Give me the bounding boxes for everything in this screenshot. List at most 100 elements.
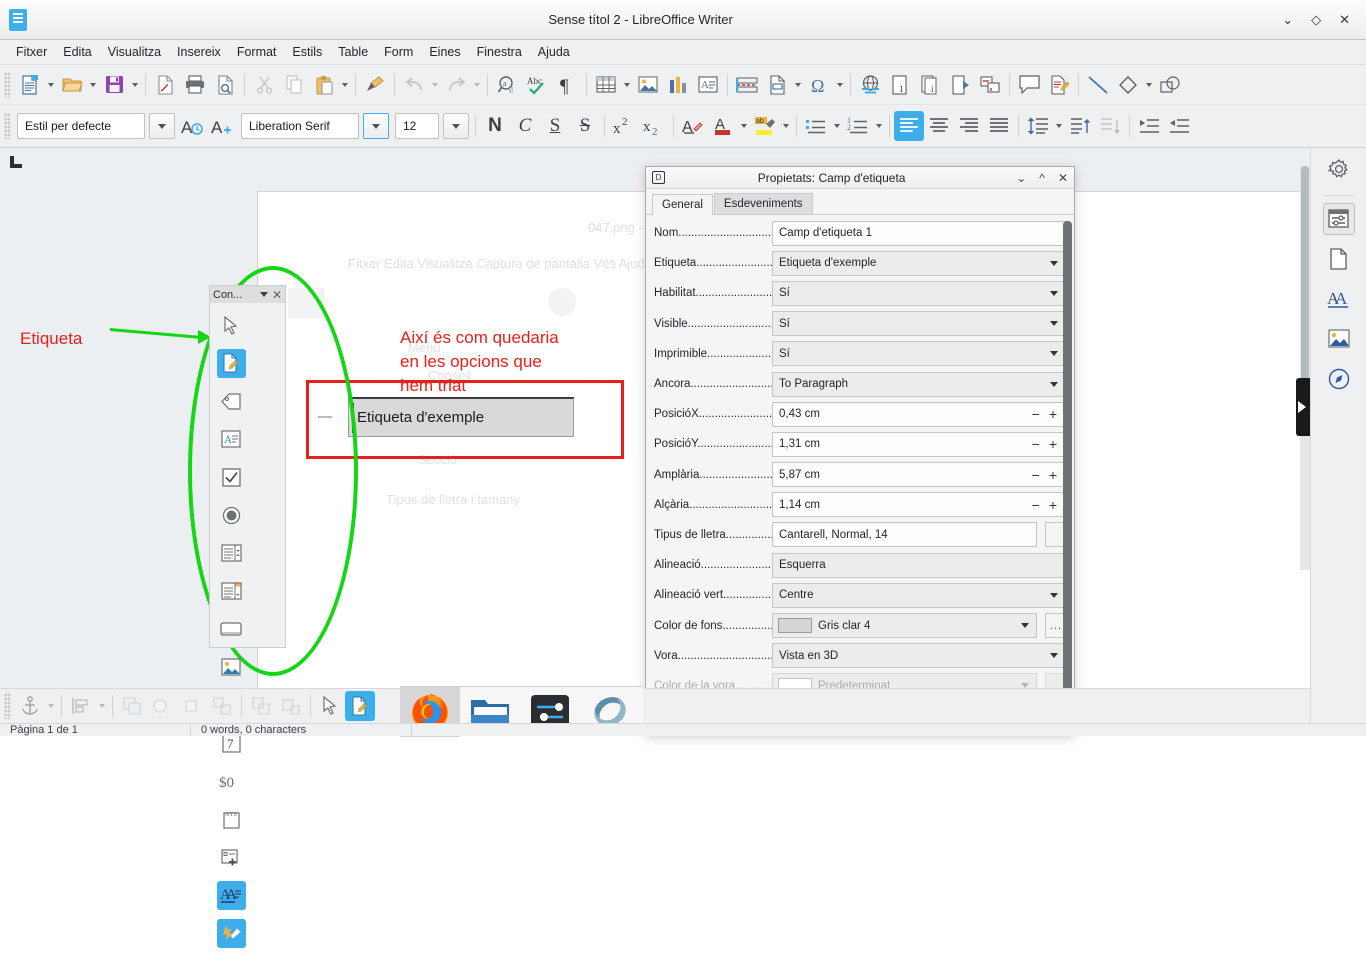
sidebar-page-icon[interactable] [1323,243,1355,275]
dialog-maximize-button[interactable]: ^ [1039,171,1045,185]
sidebar-styles-icon[interactable]: AA [1323,283,1355,315]
combo-box-icon[interactable] [214,572,248,610]
chevron-down-icon[interactable] [1043,342,1065,365]
font-color-dropdown[interactable] [738,111,750,141]
control-properties-icon[interactable]: AA [214,876,248,914]
open-icon[interactable] [57,70,87,100]
insert-footnote-icon[interactable]: 1 [885,70,915,100]
new-document-dropdown[interactable] [45,70,57,100]
chevron-down-icon[interactable] [1043,584,1065,607]
list-box-icon[interactable] [214,534,248,572]
insert-field-icon[interactable] [762,70,792,100]
menu-ajuda[interactable]: Ajuda [530,42,578,62]
decrement-icon[interactable]: − [1032,467,1040,483]
insert-hyperlink-icon[interactable] [855,70,885,100]
save-dropdown[interactable] [129,70,141,100]
chevron-down-icon[interactable] [260,292,268,297]
vora-select[interactable]: Vista en 3D [772,643,1066,668]
posicioy-stepper[interactable]: 1,31 cm −+ [772,432,1066,457]
menu-insereix[interactable]: Insereix [169,42,229,62]
menu-visualitza[interactable]: Visualitza [100,42,169,62]
align-objects-icon[interactable] [66,691,96,721]
bold-icon[interactable]: N [480,111,510,141]
design-mode-icon[interactable] [214,344,248,382]
to-foreground-icon[interactable] [246,691,276,721]
sidebar-settings-icon[interactable] [1323,154,1355,186]
menu-form[interactable]: Form [376,42,421,62]
properties-dialog[interactable]: D Propietats: Camp d'etiqueta ⌄ ^ ✕ Gene… [645,166,1075,736]
menu-format[interactable]: Format [229,42,285,62]
decrement-icon[interactable]: − [1032,406,1040,422]
toolbar-grip[interactable] [4,693,11,719]
font-name-combo[interactable]: Liberation Serif [241,113,359,139]
scrollbar-thumb[interactable] [1063,221,1072,696]
find-replace-icon[interactable]: ad [492,70,522,100]
document-vertical-scrollbar[interactable] [1300,166,1310,570]
paragraph-style-dropdown[interactable] [149,113,175,139]
amplaria-stepper[interactable]: 5,87 cm −+ [772,462,1066,487]
menu-table[interactable]: Table [330,42,376,62]
wizards-on-off-icon[interactable] [214,914,248,952]
alineacio-vert-select[interactable]: Centre [772,583,1066,608]
align-justified-icon[interactable] [984,111,1014,141]
alcaria-stepper[interactable]: 1,14 cm −+ [772,492,1066,517]
insert-comment-icon[interactable] [1014,70,1044,100]
insert-bookmark-icon[interactable] [945,70,975,100]
send-to-back-icon[interactable] [207,691,237,721]
update-style-icon[interactable]: A [177,111,207,141]
undo-icon[interactable] [399,70,429,100]
scroll-navigation-button[interactable] [1296,378,1310,436]
check-box-icon[interactable] [214,458,248,496]
paste-dropdown[interactable] [339,70,351,100]
push-button-icon[interactable] [214,610,248,648]
insert-chart-icon[interactable] [663,70,693,100]
increment-icon[interactable]: + [1049,467,1057,483]
paragraph-spacing-above-icon[interactable] [1065,111,1095,141]
basic-shapes-icon[interactable] [1113,70,1143,100]
font-name-dropdown[interactable] [363,113,389,139]
unordered-list-dropdown[interactable] [831,111,843,141]
undo-dropdown[interactable] [429,70,441,100]
formatting-marks-icon[interactable]: ¶ [552,70,582,100]
decrease-indent-icon[interactable] [1164,111,1194,141]
paragraph-spacing-below-icon[interactable] [1095,111,1125,141]
sidebar-gallery-icon[interactable] [1323,323,1355,355]
chevron-down-icon[interactable] [1043,312,1065,335]
menu-edita[interactable]: Edita [55,42,100,62]
font-color-icon[interactable]: A [708,111,738,141]
special-character-icon[interactable]: Ω [804,70,834,100]
dialog-minimize-button[interactable]: ⌄ [1016,171,1026,185]
posiciox-stepper[interactable]: 0,43 cm −+ [772,402,1066,427]
print-icon[interactable] [180,70,210,100]
send-backward-icon[interactable] [177,691,207,721]
etiqueta-input[interactable]: Etiqueta d'exemple [772,251,1066,276]
subscript-icon[interactable]: x2 [639,111,669,141]
insert-table-icon[interactable] [591,70,621,100]
form-controls-toolbar[interactable]: Con... ✕ A [209,285,286,648]
line-spacing-icon[interactable] [1023,111,1053,141]
alineacio-select[interactable]: Esquerra [772,553,1066,578]
tipus-de-lletra-input[interactable]: Cantarell, Normal, 14 [772,522,1037,547]
highlight-color-icon[interactable]: ab [750,111,780,141]
insert-image-icon[interactable] [633,70,663,100]
ancora-select[interactable]: To Paragraph [772,372,1066,397]
clear-formatting-icon[interactable]: A [678,111,708,141]
ordered-list-dropdown[interactable] [873,111,885,141]
close-button[interactable]: ✕ [1339,13,1350,26]
save-icon[interactable] [99,70,129,100]
show-draw-functions-icon[interactable] [1155,70,1185,100]
decrement-icon[interactable]: − [1032,436,1040,452]
text-box-icon[interactable]: A [214,420,248,458]
special-character-dropdown[interactable] [834,70,846,100]
align-center-icon[interactable] [924,111,954,141]
image-button-icon[interactable] [214,648,248,686]
insert-crossreference-icon[interactable] [975,70,1005,100]
sidebar[interactable]: AA [1310,148,1366,723]
imprimible-select[interactable]: Sí [772,341,1066,366]
chevron-down-icon[interactable] [1014,614,1036,637]
menu-estils[interactable]: Estils [284,42,330,62]
color-de-fons-select[interactable]: Gris clar 4 [772,613,1037,638]
bring-to-front-icon[interactable] [117,691,147,721]
dialog-close-button[interactable]: ✕ [1058,171,1068,185]
new-style-icon[interactable]: A [207,111,237,141]
